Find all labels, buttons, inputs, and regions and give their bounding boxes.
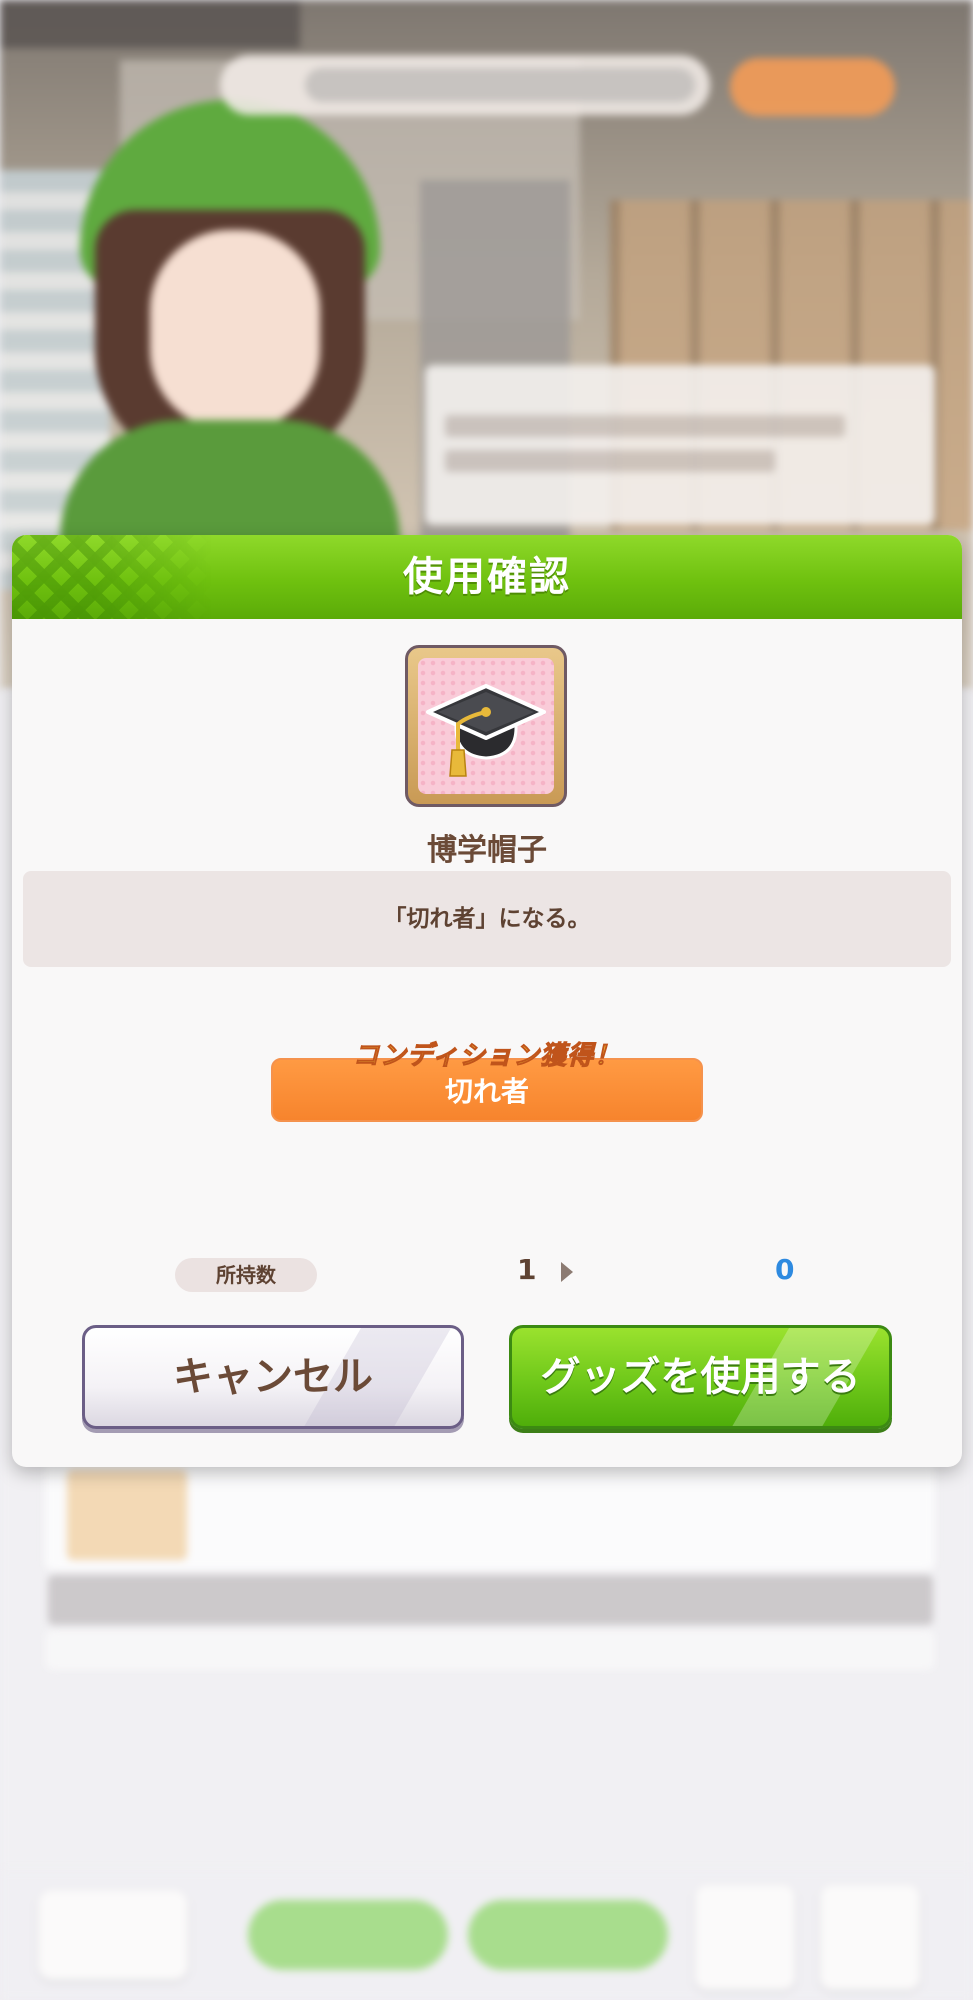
- use-goods-button[interactable]: グッズを使用する: [509, 1325, 892, 1429]
- item-icon-background: [418, 658, 554, 794]
- speech-bubble: [425, 365, 935, 525]
- dialog-title: 使用確認: [403, 554, 571, 600]
- cancel-button[interactable]: キャンセル: [82, 1325, 464, 1429]
- arrow-right-icon: [561, 1262, 573, 1282]
- footer-button-left: [248, 1900, 448, 1970]
- character-face: [150, 230, 320, 430]
- list-section-header: [48, 1575, 933, 1625]
- item-name: 博学帽子: [427, 833, 547, 868]
- list-row: [45, 1460, 935, 1570]
- owned-count-label: 所持数: [175, 1258, 317, 1292]
- top-bar: [0, 0, 300, 48]
- speech-line: [445, 415, 845, 437]
- speech-line: [445, 450, 775, 472]
- back-button: [38, 1890, 188, 1980]
- list-thumb: [67, 1470, 187, 1560]
- search-bar-inner: [305, 68, 695, 102]
- footer-button-right: [468, 1900, 668, 1970]
- graduation-cap-icon: [426, 684, 546, 777]
- dialog-header: 使用確認: [12, 535, 962, 619]
- list-row: [45, 1630, 935, 1670]
- top-action-button: [730, 58, 895, 116]
- cancel-button-label: キャンセル: [173, 1354, 373, 1400]
- footer-bar: [0, 1870, 973, 2000]
- footer-icon-box: [695, 1885, 795, 1990]
- condition-acquired-label: コンディション獲得！: [352, 1041, 622, 1072]
- menu-box: [820, 1885, 920, 1990]
- use-confirmation-dialog: 使用確認 博学帽子 「切れ者」になる。 コンディション獲得！ 切れ者 所持数 1…: [12, 535, 962, 1467]
- owned-count-after: 0: [775, 1253, 795, 1286]
- item-description: 「切れ者」になる。: [383, 906, 591, 932]
- item-description-box: 「切れ者」になる。: [23, 871, 951, 967]
- use-goods-button-label: グッズを使用する: [540, 1354, 861, 1400]
- item-icon-frame: [405, 645, 567, 807]
- owned-count-before: 1: [517, 1253, 537, 1286]
